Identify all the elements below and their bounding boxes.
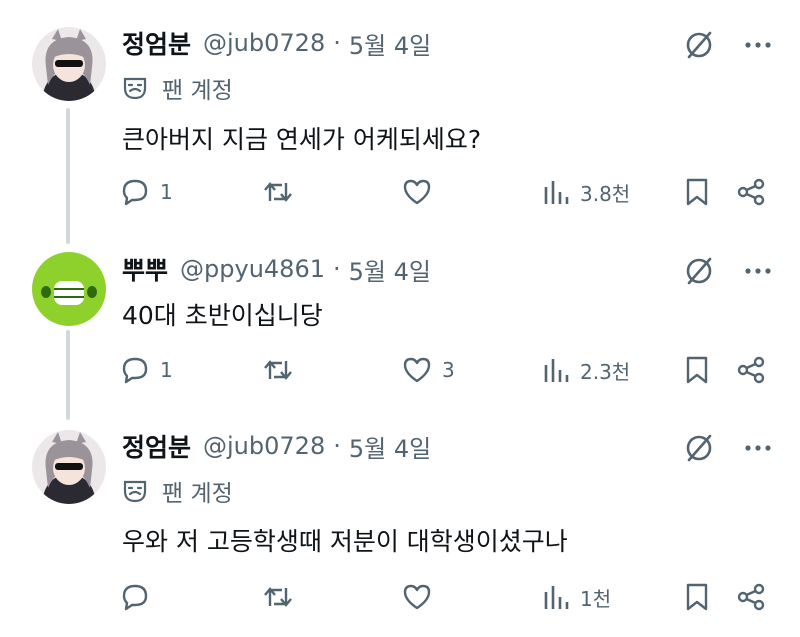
repost-button[interactable] — [262, 352, 304, 388]
share-button[interactable] — [736, 579, 766, 615]
post-text: 우와 저 고등학생때 저분이 대학생이셨구나 — [122, 527, 568, 556]
view-count: 1천 — [580, 586, 612, 611]
more-icon[interactable] — [744, 257, 772, 285]
like-count: 3 — [442, 358, 455, 382]
like-button[interactable] — [402, 579, 442, 615]
reply-button[interactable]: 1 — [120, 352, 173, 388]
post-text: 큰아버지 지금 연세가 어케되세요? — [122, 125, 482, 154]
badge-label: 팬 계정 — [162, 78, 233, 104]
grok-icon[interactable] — [684, 433, 714, 463]
display-name[interactable]: 정엄분 — [122, 428, 191, 464]
avatar[interactable] — [32, 27, 106, 101]
like-icon — [402, 582, 432, 612]
handle[interactable]: @ppyu4861 — [180, 255, 325, 283]
post-header: 정엄분 @jub0728 · 5월 4일 — [122, 25, 431, 61]
avatar[interactable] — [32, 252, 106, 326]
views-icon — [542, 582, 570, 612]
repost-icon — [262, 582, 294, 612]
share-icon — [736, 355, 766, 385]
views-button[interactable]: 1천 — [542, 579, 611, 615]
views-button[interactable]: 3.8천 — [542, 174, 630, 210]
grok-icon[interactable] — [684, 30, 714, 60]
action-bar: 1천 — [0, 579, 800, 615]
bookmark-icon — [684, 177, 710, 207]
badge-label: 팬 계정 — [162, 481, 233, 507]
display-name[interactable]: 뿌뿌 — [122, 251, 168, 287]
reply-icon — [120, 582, 150, 612]
post-1[interactable]: 정엄분 @jub0728 · 5월 4일 팬 계정 큰아버지 지금 연세가 어케… — [0, 0, 800, 230]
reply-icon — [120, 177, 150, 207]
share-button[interactable] — [736, 174, 766, 210]
separator-dot: · — [332, 255, 341, 283]
like-button[interactable] — [402, 174, 442, 210]
repost-button[interactable] — [262, 174, 304, 210]
more-icon[interactable] — [744, 31, 772, 59]
repost-icon — [262, 177, 294, 207]
post-date[interactable]: 5월 4일 — [349, 252, 431, 287]
share-icon — [736, 582, 766, 612]
views-icon — [542, 355, 570, 385]
separator-dot: · — [333, 432, 341, 460]
more-icon[interactable] — [744, 434, 772, 462]
share-icon — [736, 177, 766, 207]
bookmark-icon — [684, 582, 710, 612]
share-button[interactable] — [736, 352, 766, 388]
post-header: 뿌뿌 @ppyu4861 · 5월 4일 — [122, 251, 431, 287]
post-2[interactable]: 뿌뿌 @ppyu4861 · 5월 4일 40대 초반이십니당 1 3 2.3천 — [0, 230, 800, 420]
views-icon — [542, 177, 570, 207]
views-button[interactable]: 2.3천 — [542, 352, 630, 388]
separator-dot: · — [333, 29, 341, 57]
theater-mask-icon — [122, 478, 148, 504]
post-date[interactable]: 5월 4일 — [349, 26, 431, 61]
view-count: 3.8천 — [580, 181, 631, 206]
reply-button[interactable] — [120, 579, 160, 615]
action-bar: 1 3.8천 — [0, 174, 800, 210]
post-date[interactable]: 5월 4일 — [349, 429, 431, 464]
post-top-actions — [684, 256, 772, 286]
handle[interactable]: @jub0728 — [203, 29, 325, 57]
handle[interactable]: @jub0728 — [203, 432, 325, 460]
reply-thread: 정엄분 @jub0728 · 5월 4일 팬 계정 큰아버지 지금 연세가 어케… — [0, 0, 800, 637]
reply-count: 1 — [160, 358, 173, 382]
post-top-actions — [684, 433, 772, 463]
bookmark-button[interactable] — [684, 579, 710, 615]
reply-button[interactable]: 1 — [120, 174, 173, 210]
bookmark-button[interactable] — [684, 352, 710, 388]
post-3[interactable]: 정엄분 @jub0728 · 5월 4일 팬 계정 우와 저 고등학생때 저분이… — [0, 404, 800, 637]
fan-account-badge: 팬 계정 — [122, 73, 233, 104]
like-icon — [402, 177, 432, 207]
fan-account-badge: 팬 계정 — [122, 476, 233, 507]
avatar[interactable] — [32, 430, 106, 504]
like-button[interactable]: 3 — [402, 352, 455, 388]
reply-count: 1 — [160, 180, 173, 204]
repost-icon — [262, 355, 294, 385]
display-name[interactable]: 정엄분 — [122, 25, 191, 61]
theater-mask-icon — [122, 75, 148, 101]
bookmark-button[interactable] — [684, 174, 710, 210]
post-text: 40대 초반이십니당 — [122, 301, 323, 330]
bookmark-icon — [684, 355, 710, 385]
post-header: 정엄분 @jub0728 · 5월 4일 — [122, 428, 431, 464]
action-bar: 1 3 2.3천 — [0, 352, 800, 388]
view-count: 2.3천 — [580, 359, 631, 384]
grok-icon[interactable] — [684, 256, 714, 286]
like-icon — [402, 355, 432, 385]
reply-icon — [120, 355, 150, 385]
post-top-actions — [684, 30, 772, 60]
repost-button[interactable] — [262, 579, 304, 615]
